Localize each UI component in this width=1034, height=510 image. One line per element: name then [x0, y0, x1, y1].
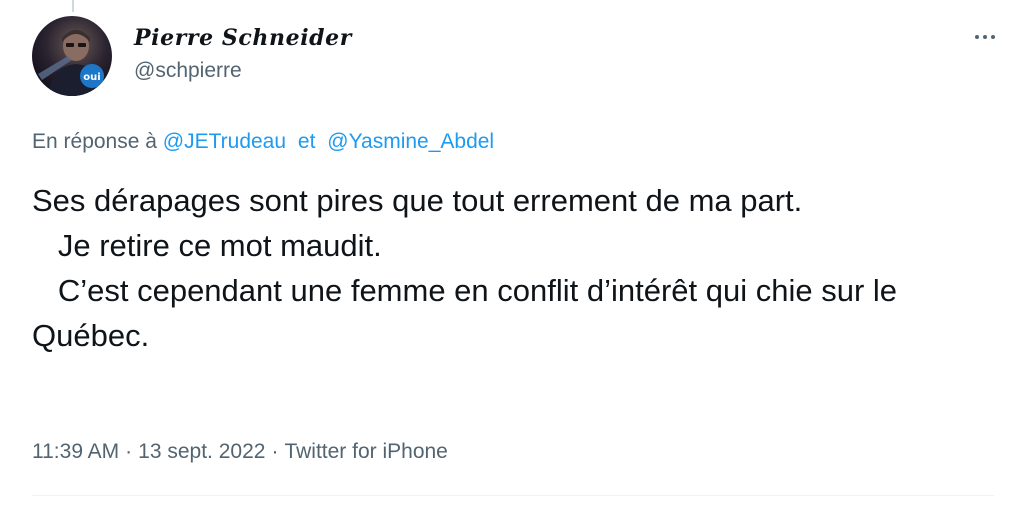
tweet-header: oui Pierre Schneider @schpierre: [32, 16, 1002, 98]
divider: [32, 495, 994, 496]
reply-mention-link[interactable]: @Yasmine_Abdel: [327, 130, 494, 153]
reply-connector: et: [297, 130, 316, 153]
author-display-name[interactable]: Pierre Schneider: [134, 24, 352, 52]
tweet-text: Ses dérapages sont pires que tout erreme…: [32, 183, 898, 353]
reply-mention-link[interactable]: @JETrudeau: [163, 130, 286, 153]
meta-separator: ·: [125, 440, 133, 463]
tweet-detail: oui Pierre Schneider @schpierre En répon…: [0, 0, 1034, 510]
tweet-time[interactable]: 11:39 AM: [32, 440, 119, 463]
tweet-date[interactable]: 13 sept. 2022: [138, 440, 265, 463]
avatar[interactable]: oui: [32, 16, 112, 96]
reply-prefix: En réponse à: [32, 130, 157, 153]
avatar-photo: oui: [38, 30, 106, 96]
more-options-button[interactable]: [968, 22, 1002, 52]
more-horizontal-icon: [975, 35, 979, 39]
meta-separator: ·: [271, 440, 279, 463]
avatar-badge-text: oui: [83, 72, 100, 83]
tweet-metadata: 11:39 AM · 13 sept. 2022 · Twitter for iPhon…: [32, 437, 448, 467]
tweet-source[interactable]: Twitter for iPhone: [284, 440, 447, 463]
author-names: Pierre Schneider @schpierre: [134, 24, 352, 84]
author-handle[interactable]: @schpierre: [134, 58, 352, 84]
reply-context: En réponse à @JETrudeau et @Yasmine_Abde…: [32, 128, 494, 156]
